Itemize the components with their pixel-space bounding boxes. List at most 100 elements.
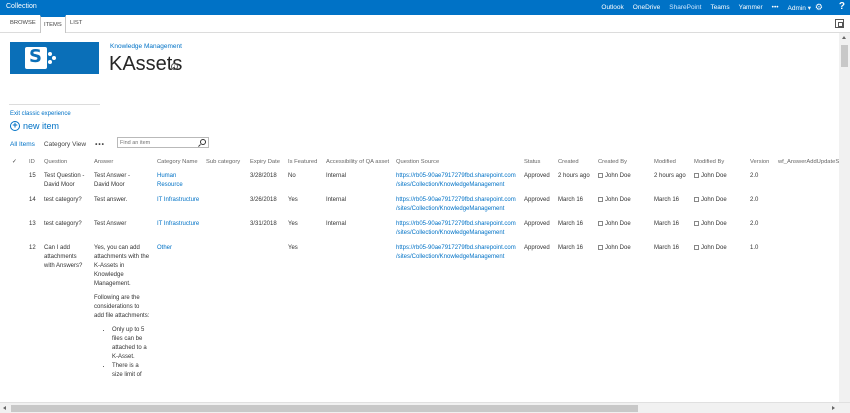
row-created-by[interactable]: John Doe <box>598 244 631 253</box>
row-source-link[interactable]: https://rb05-90ae7917279fbd.sharepoint.c… <box>396 196 516 205</box>
row-modified: March 16 <box>654 221 680 227</box>
row-category-link[interactable]: IT Infrastructure <box>157 220 199 229</box>
row-modified: March 16 <box>654 197 680 203</box>
search-icon[interactable] <box>200 139 206 145</box>
col-header-created[interactable]: Created <box>558 159 579 165</box>
info-icon[interactable]: i <box>171 63 178 70</box>
row-question: test category? <box>44 197 82 203</box>
table-row[interactable]: 15 Test Question - David Moor Test Answe… <box>0 172 838 196</box>
row-modified-by-name: John Doe <box>701 173 727 179</box>
suite-link-yammer[interactable]: Yammer <box>739 4 763 11</box>
row-category-link[interactable]: Human Resource <box>157 172 197 190</box>
select-all-checkmark[interactable]: ✓ <box>12 159 17 165</box>
new-item-label: new item <box>23 121 60 131</box>
row-modified-by[interactable]: John Doe <box>694 220 727 229</box>
row-version: 2.0 <box>750 221 759 227</box>
col-header-featured[interactable]: Is Featured <box>288 159 317 165</box>
site-logo[interactable]: S <box>10 42 99 74</box>
col-header-modified-by[interactable]: Modified By <box>694 159 724 165</box>
row-expiry: 3/31/2018 <box>250 221 277 227</box>
suite-link-teams[interactable]: Teams <box>710 4 729 11</box>
col-header-version[interactable]: Version <box>750 159 769 165</box>
row-modified-by-name: John Doe <box>701 221 727 227</box>
vertical-scroll-thumb[interactable] <box>841 45 848 67</box>
tab-list[interactable]: LIST <box>70 20 82 26</box>
row-created-by[interactable]: John Doe <box>598 172 631 181</box>
suite-link-admin[interactable]: Admin ▾ <box>788 4 812 12</box>
more-views-button[interactable]: ••• <box>95 141 105 148</box>
view-category[interactable]: Category View <box>44 141 86 148</box>
row-modified-by[interactable]: John Doe <box>694 196 727 205</box>
row-version: 2.0 <box>750 197 759 203</box>
breadcrumb[interactable]: Knowledge Management <box>110 43 182 50</box>
suite-link-outlook[interactable]: Outlook <box>601 4 623 11</box>
row-created-by[interactable]: John Doe <box>598 220 631 229</box>
row-access: Internal <box>326 173 347 179</box>
row-featured: Yes <box>288 221 298 227</box>
col-header-modified[interactable]: Modified <box>654 159 676 165</box>
scroll-up-icon[interactable] <box>842 36 846 39</box>
row-category-link[interactable]: Other <box>157 244 172 253</box>
col-header-question[interactable]: Question <box>44 159 67 165</box>
row-featured: No <box>288 173 296 179</box>
new-item-button[interactable]: + new item <box>10 120 59 132</box>
scroll-left-icon[interactable] <box>3 406 6 410</box>
row-source-link-path[interactable]: /sites/Collection/KnowledgeManagement <box>396 205 504 214</box>
row-source-link[interactable]: https://rb05-90ae7917279fbd.sharepoint.c… <box>396 172 516 181</box>
presence-icon <box>598 244 603 250</box>
view-all-items[interactable]: All Items <box>10 141 35 148</box>
answer-list: Only up to 5 files can be attached to a … <box>112 326 150 380</box>
row-featured: Yes <box>288 245 298 251</box>
horizontal-scroll-thumb[interactable] <box>11 405 638 412</box>
row-status: Approved <box>524 245 550 251</box>
row-modified-by-name: John Doe <box>701 197 727 203</box>
col-header-source[interactable]: Question Source <box>396 159 439 165</box>
col-header-category[interactable]: Category Name <box>157 159 198 165</box>
col-header-accessibility[interactable]: Accessibility of QA asset <box>326 159 389 165</box>
row-source-link[interactable]: https://rb05-90ae7917279fbd.sharepoint.c… <box>396 220 516 229</box>
row-created-by[interactable]: John Doe <box>598 196 631 205</box>
row-status: Approved <box>524 173 550 179</box>
row-id: 14 <box>29 197 36 203</box>
suite-bar: Collection Outlook OneDrive SharePoint T… <box>0 0 850 15</box>
site-name[interactable]: Collection <box>6 3 37 10</box>
suite-link-sharepoint[interactable]: SharePoint <box>669 4 701 11</box>
col-header-status[interactable]: Status <box>524 159 540 165</box>
search-input[interactable] <box>120 139 196 147</box>
row-category-link[interactable]: IT Infrastructure <box>157 196 199 205</box>
row-modified-by[interactable]: John Doe <box>694 244 727 253</box>
row-answer: Test Answer <box>94 221 127 227</box>
table-row[interactable]: 13 test category? Test Answer IT Infrast… <box>0 220 838 244</box>
settings-gear-icon[interactable]: ⚙ <box>815 2 823 13</box>
exit-classic-link[interactable]: Exit classic experience <box>10 111 71 117</box>
vertical-scrollbar[interactable] <box>839 33 850 403</box>
row-source-link-path[interactable]: /sites/Collection/KnowledgeManagement <box>396 181 504 190</box>
nav-divider <box>9 104 100 105</box>
table-row[interactable]: 12 Can I add attachments with Answers? Y… <box>0 244 838 404</box>
row-source-link-path[interactable]: /sites/Collection/KnowledgeManagement <box>396 253 504 262</box>
focus-on-content-icon[interactable] <box>835 19 844 28</box>
help-icon[interactable]: ? <box>839 1 845 12</box>
row-created-by-name: John Doe <box>605 173 631 179</box>
horizontal-scrollbar[interactable] <box>0 402 850 413</box>
more-apps-button[interactable]: ••• <box>772 4 779 11</box>
row-question: Test Question - David Moor <box>44 173 85 188</box>
tab-items[interactable]: ITEMS <box>40 15 66 33</box>
logo-letter: S <box>29 46 42 67</box>
row-source-link-path[interactable]: /sites/Collection/KnowledgeManagement <box>396 229 504 238</box>
suite-link-onedrive[interactable]: OneDrive <box>633 4 660 11</box>
table-row[interactable]: 14 test category? Test answer. IT Infras… <box>0 196 838 220</box>
col-header-answer[interactable]: Answer <box>94 159 113 165</box>
row-source-link[interactable]: https://rb05-90ae7917279fbd.sharepoint.c… <box>396 244 516 253</box>
row-created-by-name: John Doe <box>605 197 631 203</box>
col-header-created-by[interactable]: Created By <box>598 159 627 165</box>
col-header-expiry[interactable]: Expiry Date <box>250 159 280 165</box>
row-modified-by[interactable]: John Doe <box>694 172 727 181</box>
col-header-subcategory[interactable]: Sub category <box>206 159 240 165</box>
col-header-workflow[interactable]: wf_AnswerAddUpdateSe <box>778 159 842 165</box>
tab-browse[interactable]: BROWSE <box>10 20 36 26</box>
row-answer: Test answer. <box>94 197 128 203</box>
scroll-right-icon[interactable] <box>832 406 835 410</box>
presence-icon <box>598 196 603 202</box>
col-header-id[interactable]: ID <box>29 159 35 165</box>
